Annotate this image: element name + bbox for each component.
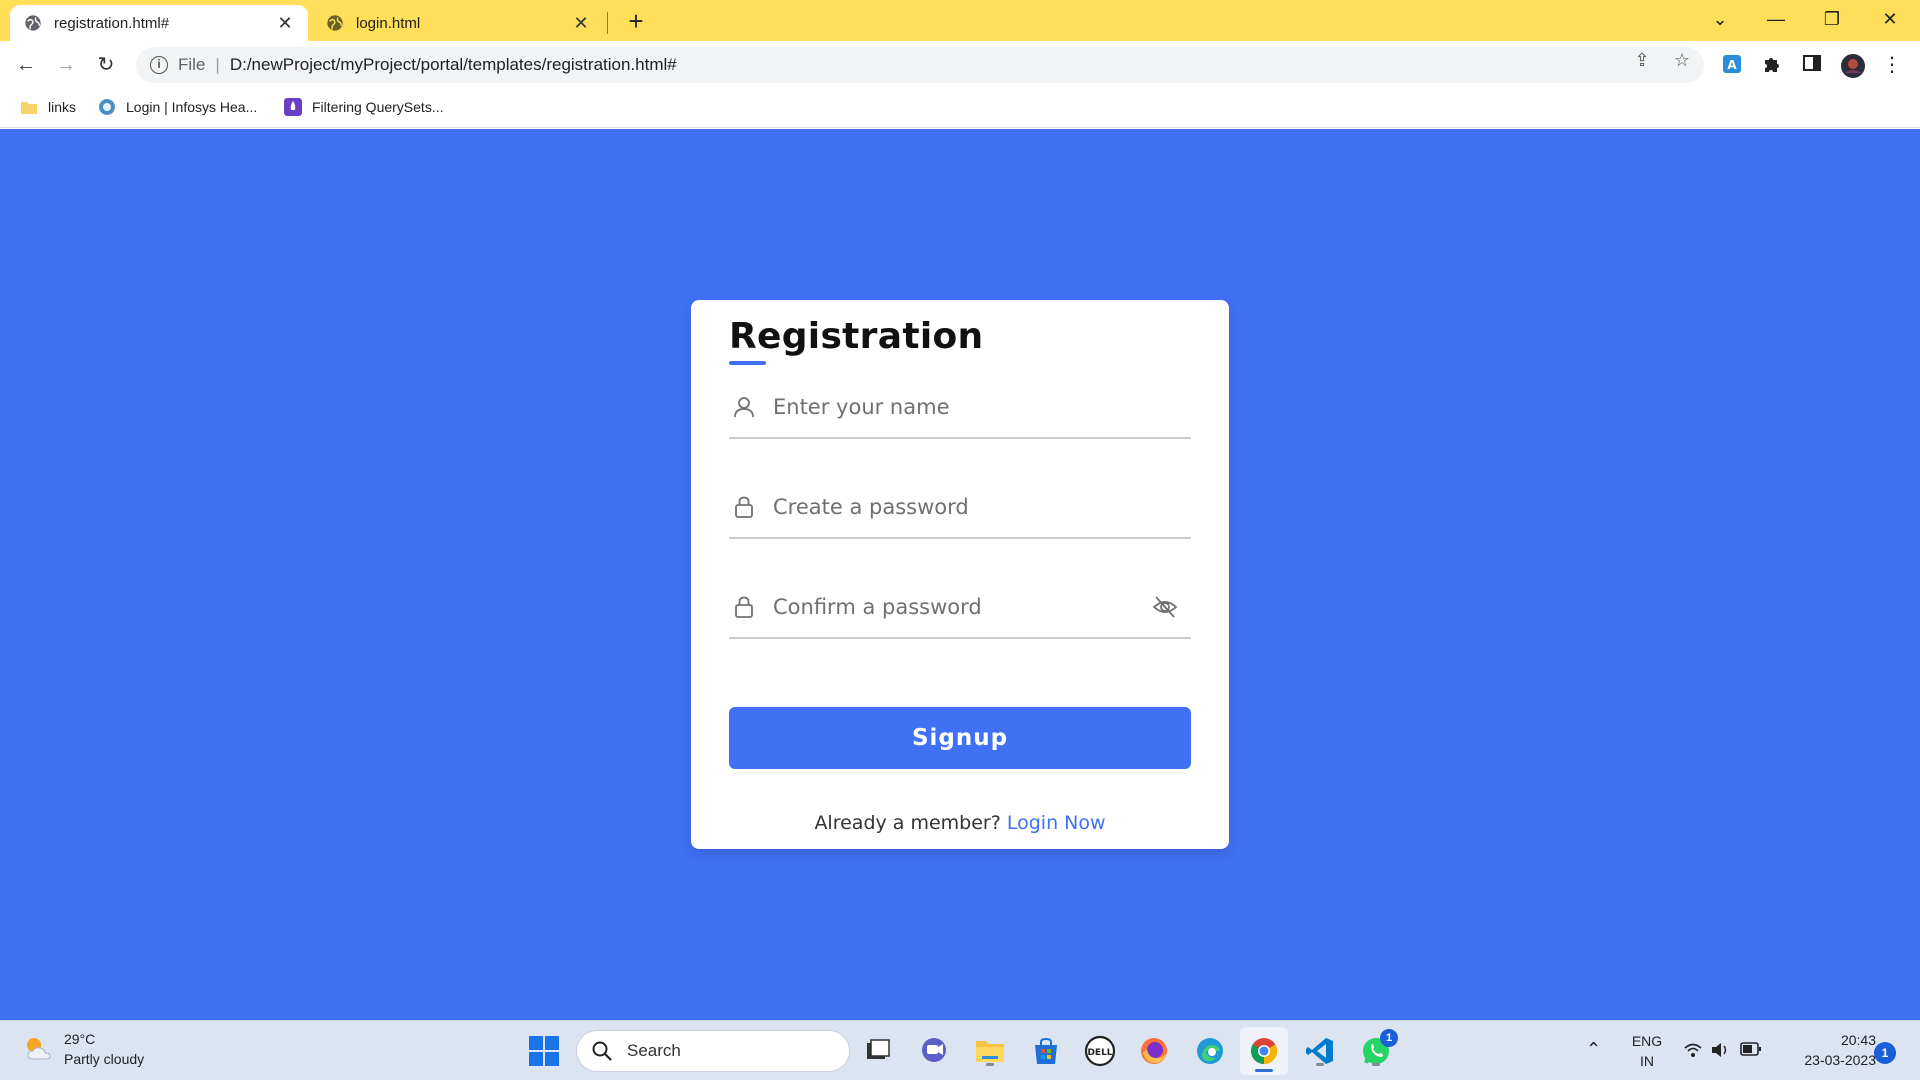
- login-prompt-text: Already a member?: [814, 812, 1001, 834]
- restore-icon[interactable]: ❐: [1812, 4, 1852, 34]
- tab-separator: [607, 12, 608, 34]
- language-indicator[interactable]: ENG IN: [1630, 1031, 1664, 1071]
- tab-login[interactable]: login.html ✕: [312, 5, 604, 41]
- edge-icon[interactable]: [1192, 1033, 1228, 1069]
- lock-icon: [735, 596, 753, 618]
- tab-title: login.html: [356, 14, 421, 32]
- bookmark-star-icon[interactable]: ☆: [1672, 50, 1692, 70]
- tab-strip: registration.html# ✕ login.html ✕ + ⌄ — …: [0, 0, 1920, 41]
- title-underline: [729, 361, 766, 365]
- bookmark-label: links: [48, 99, 77, 115]
- svg-text:DELL: DELL: [1087, 1048, 1112, 1058]
- svg-text:A: A: [1727, 58, 1737, 72]
- address-bar[interactable]: i File | D:/newProject/myProject/portal/…: [136, 47, 1704, 83]
- tab-close-icon[interactable]: ✕: [572, 14, 590, 32]
- address-url[interactable]: D:/newProject/myProject/portal/templates…: [230, 55, 677, 75]
- user-icon: [734, 397, 754, 418]
- taskbar-search-label: Search: [627, 1041, 681, 1060]
- system-clock[interactable]: 20:43 23-03-2023: [1776, 1030, 1876, 1070]
- taskbar-search[interactable]: Search: [576, 1030, 850, 1072]
- browser-toolbar: ← → ↻ i File | D:/newProject/myProject/p…: [0, 41, 1920, 89]
- reload-icon[interactable]: ↻: [90, 49, 122, 81]
- confirm-password-field: [729, 577, 1191, 639]
- clock-time: 20:43: [1840, 1032, 1876, 1048]
- address-divider: |: [215, 55, 220, 74]
- profile-avatar[interactable]: [1840, 53, 1865, 78]
- name-field: [729, 377, 1191, 439]
- taskbar: 29°C Partly cloudy Search DELL 1 ⌃ ENG I…: [0, 1020, 1920, 1080]
- registration-card: Registration Signup Already a member? Lo…: [691, 300, 1229, 849]
- login-prompt: Already a member? Login Now: [691, 812, 1229, 834]
- weather-temperature: 29°C: [64, 1031, 96, 1047]
- weather-condition: Partly cloudy: [64, 1051, 145, 1067]
- tray-overflow-chevron-icon[interactable]: ⌃: [1586, 1039, 1601, 1060]
- tab-search-chevron-icon[interactable]: ⌄: [1700, 4, 1740, 34]
- bookmark-label: Filtering QuerySets...: [312, 99, 444, 115]
- globe-icon: [25, 15, 41, 31]
- volume-icon[interactable]: [1710, 1041, 1730, 1059]
- bookmark-links[interactable]: links: [20, 98, 76, 116]
- battery-icon[interactable]: [1740, 1042, 1762, 1056]
- whatsapp-icon[interactable]: 1: [1358, 1029, 1398, 1069]
- folder-icon: [21, 102, 37, 114]
- language-line1: ENG: [1631, 1033, 1663, 1049]
- login-now-link[interactable]: Login Now: [1007, 812, 1106, 834]
- whatsapp-badge: 1: [1380, 1029, 1398, 1047]
- bookmark-infosys[interactable]: Login | Infosys Hea...: [98, 98, 257, 116]
- back-icon[interactable]: ←: [10, 49, 42, 81]
- side-panel-icon[interactable]: [1800, 53, 1824, 77]
- page-title: Registration: [729, 316, 984, 357]
- running-indicator: [1255, 1069, 1273, 1072]
- name-input[interactable]: [773, 395, 1191, 419]
- file-explorer-icon[interactable]: [972, 1033, 1008, 1069]
- bookmark-querysets[interactable]: Filtering QuerySets...: [284, 98, 444, 116]
- microsoft-store-icon[interactable]: [1028, 1033, 1064, 1069]
- globe-icon: [327, 15, 343, 31]
- running-indicator: [986, 1063, 994, 1066]
- confirm-password-input[interactable]: [773, 595, 1151, 619]
- password-field: [729, 477, 1191, 539]
- minimize-icon[interactable]: —: [1756, 4, 1796, 34]
- tab-close-icon[interactable]: ✕: [276, 14, 294, 32]
- extensions-puzzle-icon[interactable]: [1760, 53, 1784, 77]
- infosys-favicon: [99, 99, 115, 115]
- notification-badge[interactable]: 1: [1874, 1042, 1896, 1064]
- share-icon[interactable]: ⇪: [1632, 50, 1652, 70]
- window-close-icon[interactable]: ✕: [1870, 4, 1910, 34]
- chrome-icon[interactable]: [1240, 1027, 1288, 1075]
- weather-widget[interactable]: 29°C Partly cloudy: [22, 1029, 144, 1069]
- partly-cloudy-icon: [27, 1038, 51, 1060]
- bookmark-label: Login | Infosys Hea...: [126, 99, 258, 115]
- firefox-icon[interactable]: [1136, 1033, 1172, 1069]
- task-view-icon[interactable]: [860, 1033, 896, 1069]
- tab-title: registration.html#: [54, 14, 170, 32]
- tab-registration[interactable]: registration.html# ✕: [10, 5, 308, 41]
- signup-button[interactable]: Signup: [729, 707, 1191, 769]
- page-background: Registration Signup Already a member? Lo…: [0, 129, 1920, 1020]
- bookmarks-bar: links Login | Infosys Hea... Filtering Q…: [0, 89, 1920, 128]
- forward-icon[interactable]: →: [50, 49, 82, 81]
- search-icon: [592, 1041, 612, 1061]
- teams-chat-icon[interactable]: [916, 1033, 952, 1069]
- vscode-icon[interactable]: [1302, 1033, 1338, 1069]
- eye-slash-icon[interactable]: [1151, 593, 1179, 621]
- password-input[interactable]: [773, 495, 1191, 519]
- clock-date: 23-03-2023: [1804, 1052, 1876, 1068]
- lock-icon: [735, 496, 753, 518]
- dell-icon[interactable]: DELL: [1082, 1033, 1118, 1069]
- running-indicator: [1316, 1063, 1324, 1066]
- rocket-favicon: [284, 98, 302, 116]
- language-line2: IN: [1640, 1053, 1654, 1069]
- running-indicator: [1372, 1063, 1380, 1066]
- new-tab-button[interactable]: +: [622, 8, 650, 36]
- windows-start-icon[interactable]: [528, 1035, 560, 1067]
- wifi-icon[interactable]: [1684, 1041, 1702, 1059]
- menu-kebab-icon[interactable]: ⋮: [1880, 53, 1904, 77]
- extension-translate-icon[interactable]: A: [1720, 53, 1744, 77]
- site-info-icon[interactable]: i: [150, 56, 168, 74]
- address-scheme: File: [178, 55, 206, 74]
